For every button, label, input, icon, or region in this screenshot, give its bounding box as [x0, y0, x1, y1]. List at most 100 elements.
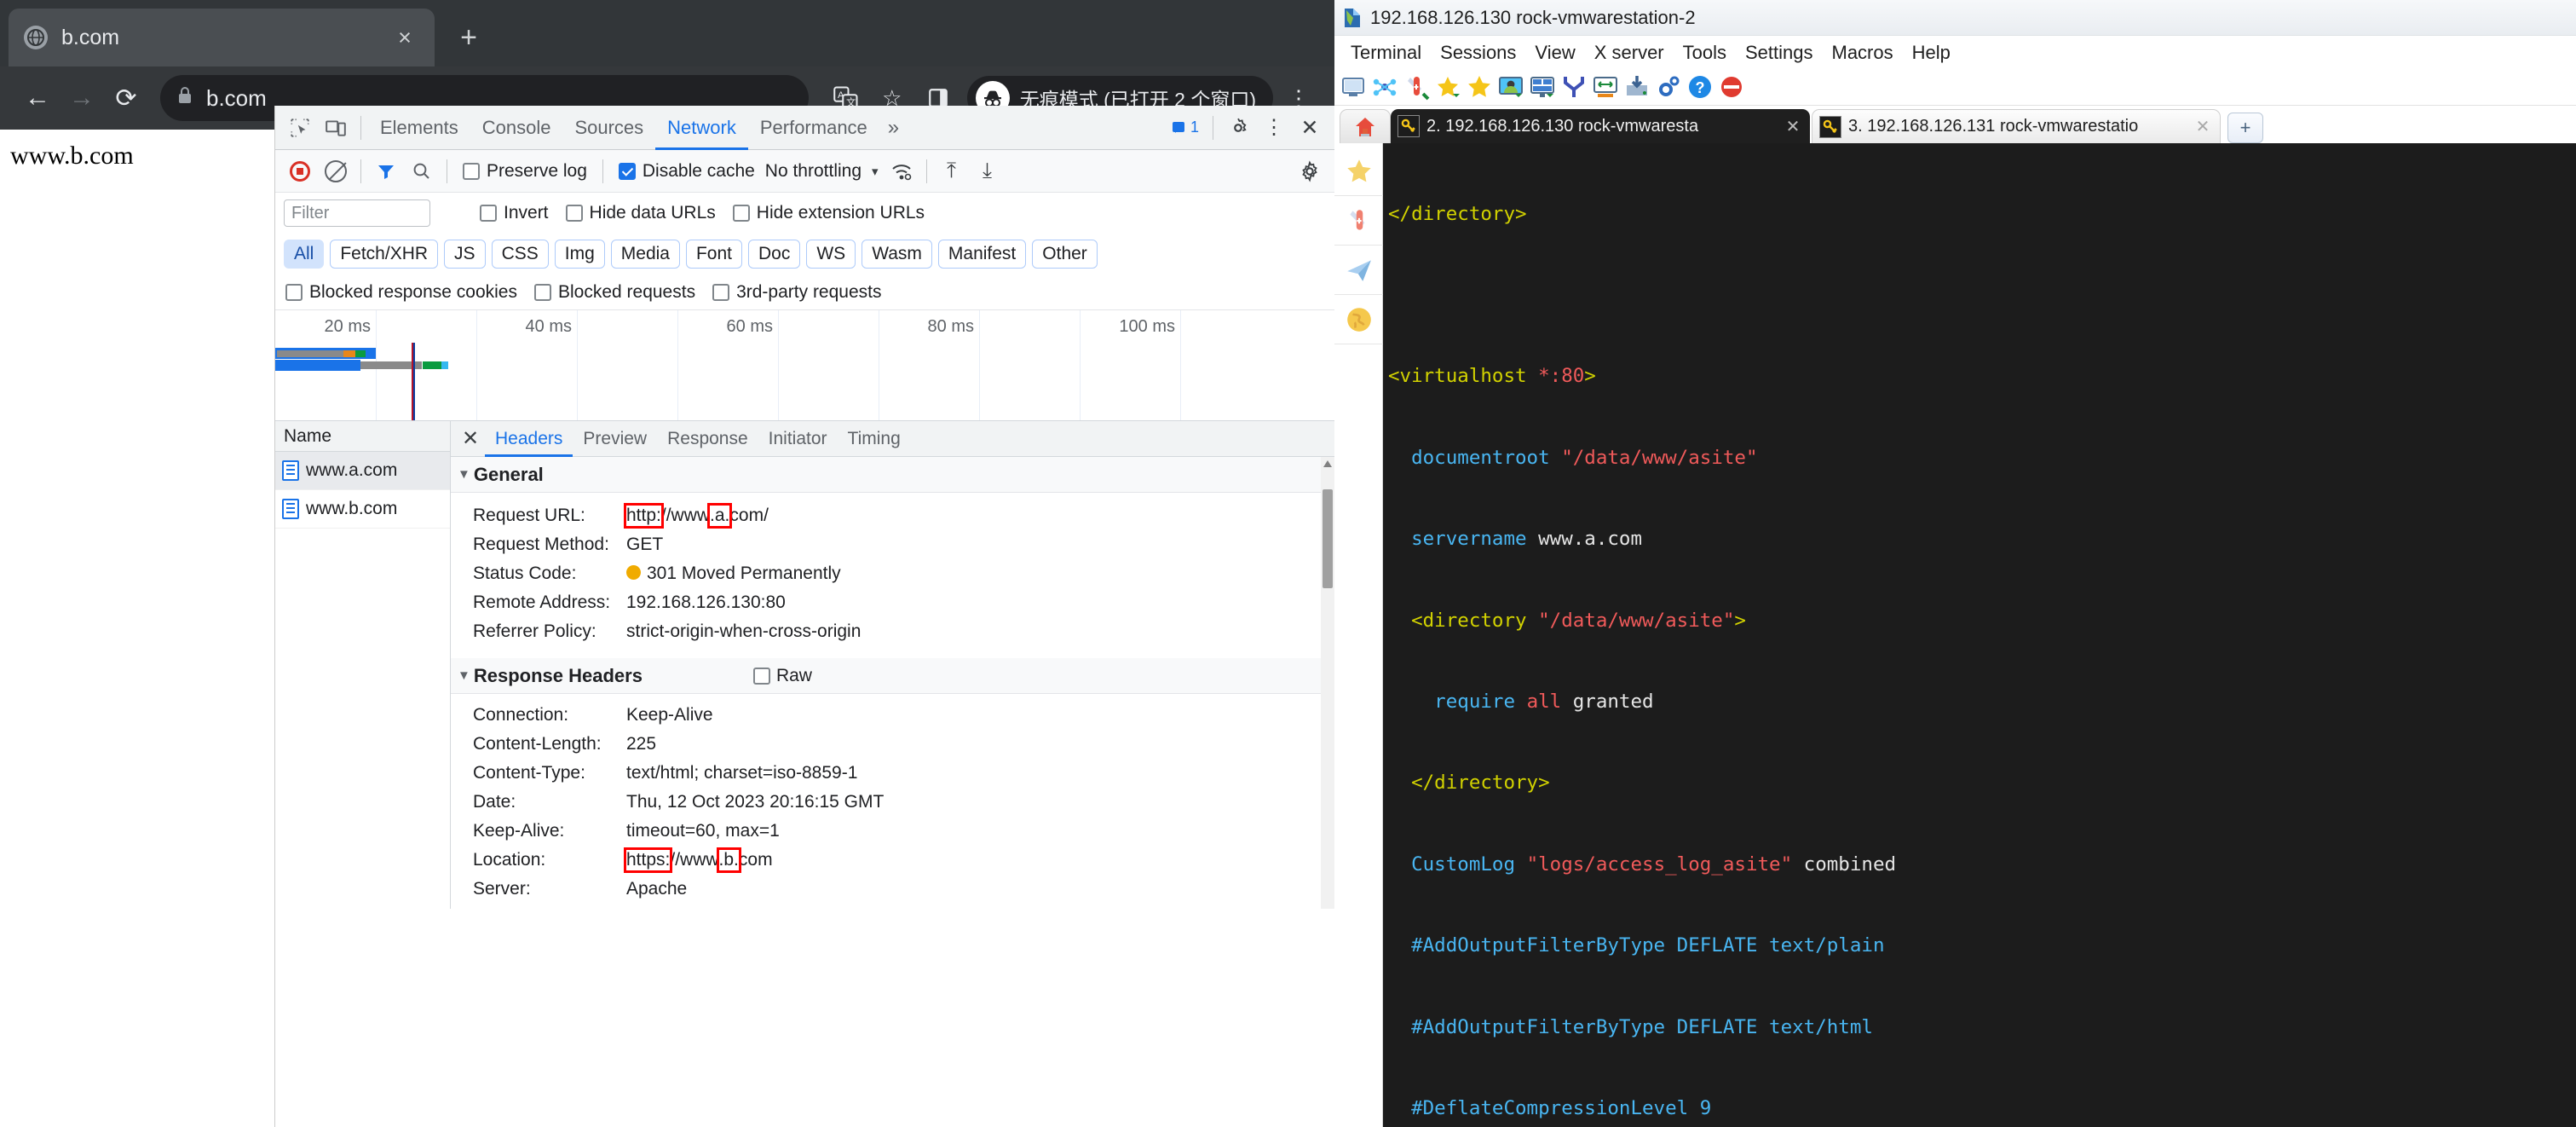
request-row-www-b-com[interactable]: www.b.com	[275, 490, 450, 529]
gear-icon[interactable]	[1220, 110, 1256, 146]
tunneling-icon[interactable]	[1560, 73, 1589, 102]
type-filter-wasm[interactable]: Wasm	[862, 240, 932, 269]
detail-tab-headers[interactable]: Headers	[485, 421, 573, 457]
more-tabs-icon[interactable]: »	[879, 116, 908, 140]
tab-sources[interactable]: Sources	[562, 106, 655, 150]
detail-tab-response[interactable]: Response	[657, 421, 758, 457]
type-filter-manifest[interactable]: Manifest	[937, 240, 1027, 269]
split-view-icon[interactable]	[1529, 73, 1558, 102]
menu-xserver[interactable]: X server	[1585, 42, 1674, 64]
third-party-requests-checkbox[interactable]: 3rd-party requests	[712, 282, 882, 303]
type-filter-fetch-xhr[interactable]: Fetch/XHR	[330, 240, 439, 269]
games-star-icon[interactable]	[1434, 73, 1463, 102]
exit-icon[interactable]	[1718, 73, 1747, 102]
scroll-up-icon[interactable]	[1323, 460, 1332, 467]
close-icon[interactable]: ✕	[456, 425, 485, 454]
back-icon[interactable]: ←	[15, 76, 60, 120]
preserve-log-checkbox[interactable]: Preserve log	[463, 161, 587, 182]
help-icon[interactable]: ?	[1686, 73, 1715, 102]
general-section-header[interactable]: ▼ General	[451, 457, 1334, 493]
response-headers-section-header[interactable]: ▼ Response Headers Raw	[451, 658, 1334, 694]
devtools-menu-icon[interactable]: ⋮	[1256, 110, 1292, 146]
menu-view[interactable]: View	[1525, 42, 1584, 64]
close-icon[interactable]: ✕	[2193, 116, 2213, 137]
tab-performance[interactable]: Performance	[748, 106, 879, 150]
detail-tab-preview[interactable]: Preview	[573, 421, 657, 457]
blocked-requests-checkbox[interactable]: Blocked requests	[533, 282, 695, 303]
sidebar-sessions-icon[interactable]	[1334, 246, 1383, 295]
type-filter-ws[interactable]: WS	[806, 240, 856, 269]
menu-help[interactable]: Help	[1903, 42, 1960, 64]
export-har-icon[interactable]: ⤓	[970, 153, 1006, 189]
tools-icon[interactable]	[1403, 73, 1432, 102]
type-filter-doc[interactable]: Doc	[748, 240, 801, 269]
terminal-output[interactable]: </directory> <virtualhost *:80> document…	[1383, 143, 2576, 1127]
type-filter-font[interactable]: Font	[685, 240, 742, 269]
tab-console[interactable]: Console	[470, 106, 563, 150]
network-settings-gear-icon[interactable]	[1292, 153, 1328, 189]
type-filter-media[interactable]: Media	[610, 240, 680, 269]
mobaxterm-tab-2[interactable]: 2. 192.168.126.130 rock-vmwaresta ✕	[1391, 109, 1810, 143]
inspect-element-icon[interactable]	[282, 110, 318, 146]
forward-icon[interactable]: →	[60, 76, 104, 120]
wifi-icon[interactable]	[884, 153, 919, 189]
request-row-www-a-com[interactable]: www.a.com	[275, 452, 450, 490]
detail-tab-timing[interactable]: Timing	[838, 421, 911, 457]
sidebar-favorites-star-icon[interactable]	[1334, 147, 1383, 196]
hide-data-urls-checkbox[interactable]: Hide data URLs	[565, 203, 716, 223]
menu-tools[interactable]: Tools	[1674, 42, 1736, 64]
clear-icon[interactable]	[318, 153, 354, 189]
packages-icon[interactable]	[1592, 73, 1621, 102]
session-icon[interactable]	[1340, 73, 1369, 102]
terminal-line: </directory>	[1388, 772, 1550, 795]
reload-icon[interactable]: ⟳	[104, 76, 148, 120]
detail-scrollbar[interactable]	[1321, 457, 1334, 909]
sftp-icon[interactable]	[1623, 73, 1652, 102]
tab-network[interactable]: Network	[655, 106, 748, 150]
type-filter-js[interactable]: JS	[444, 240, 486, 269]
web-page-content: www.b.com	[0, 130, 274, 1127]
close-icon[interactable]: ✕	[1292, 110, 1328, 146]
checkbox-box	[752, 667, 770, 685]
mobaxterm-tab-3[interactable]: 3. 192.168.126.131 rock-vmwarestatio ✕	[1812, 109, 2221, 143]
home-tab[interactable]	[1340, 109, 1391, 143]
search-icon[interactable]	[404, 153, 440, 189]
device-toolbar-icon[interactable]	[318, 110, 354, 146]
user-sessions-icon[interactable]	[1497, 73, 1526, 102]
type-filter-other[interactable]: Other	[1032, 240, 1098, 269]
type-filter-img[interactable]: Img	[554, 240, 605, 269]
type-filter-all[interactable]: All	[284, 240, 325, 269]
favorites-star-icon[interactable]	[1466, 73, 1495, 102]
servers-icon[interactable]	[1371, 73, 1400, 102]
settings-gear-icon[interactable]	[1655, 73, 1684, 102]
detail-tab-initiator[interactable]: Initiator	[758, 421, 838, 457]
sidebar-tools-icon[interactable]	[1334, 196, 1383, 246]
disable-cache-checkbox[interactable]: Disable cache	[618, 161, 755, 182]
filter-icon[interactable]	[368, 153, 404, 189]
tab-elements[interactable]: Elements	[368, 106, 470, 150]
filter-input[interactable]: Filter	[284, 199, 430, 227]
menu-sessions[interactable]: Sessions	[1431, 42, 1525, 64]
new-tab-button[interactable]: +	[450, 19, 487, 56]
hide-extension-urls-checkbox[interactable]: Hide extension URLs	[732, 203, 925, 223]
menu-terminal[interactable]: Terminal	[1341, 42, 1431, 64]
invert-checkbox[interactable]: Invert	[480, 203, 549, 223]
menu-macros[interactable]: Macros	[1823, 42, 1903, 64]
network-overview-timeline[interactable]: 20 ms 40 ms 60 ms 80 ms 100 ms	[275, 310, 1334, 421]
close-icon[interactable]: ✕	[1783, 116, 1803, 137]
browser-tab[interactable]: b.com ×	[9, 9, 435, 66]
blocked-response-cookies-checkbox[interactable]: Blocked response cookies	[285, 282, 517, 303]
throttling-select[interactable]: No throttling ▾	[765, 161, 879, 182]
scrollbar-thumb[interactable]	[1323, 489, 1333, 588]
tab-label: 2. 192.168.126.130 rock-vmwaresta	[1426, 116, 1699, 136]
console-message-count[interactable]: 1	[1170, 118, 1206, 136]
type-filter-css[interactable]: CSS	[491, 240, 549, 269]
menu-settings[interactable]: Settings	[1736, 42, 1823, 64]
import-har-icon[interactable]: ⤒	[934, 153, 970, 189]
close-icon[interactable]: ×	[390, 26, 419, 49]
response-raw-checkbox[interactable]: Raw	[752, 666, 812, 686]
add-tab-button[interactable]: +	[2227, 113, 2263, 143]
sidebar-globe-icon[interactable]	[1334, 295, 1383, 344]
record-icon[interactable]	[282, 153, 318, 189]
